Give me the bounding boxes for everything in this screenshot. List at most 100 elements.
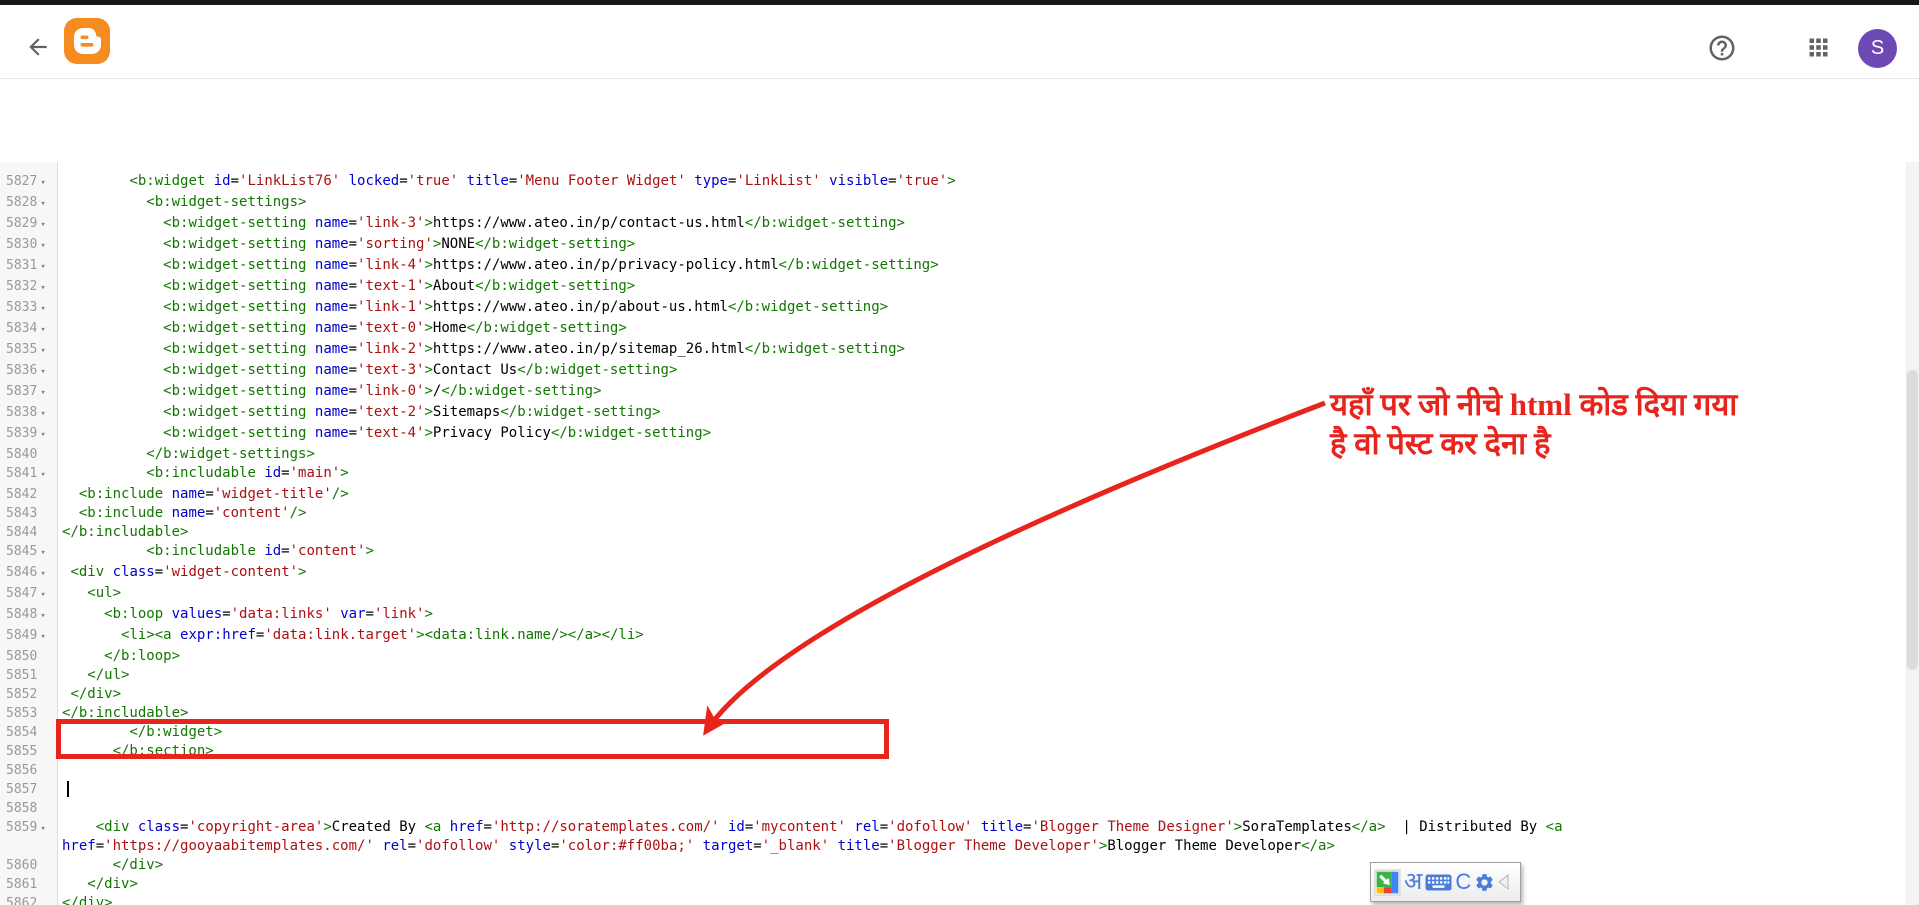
code-line: 5831 ▾ <b:widget-setting name='link-4'>ht…	[0, 256, 1905, 277]
help-button[interactable]	[1707, 33, 1737, 63]
google-apps-button[interactable]	[1805, 34, 1832, 61]
fold-arrow-icon[interactable]: ▾	[40, 470, 45, 480]
annotation-line-1: यहाँ पर जो नीचे html कोड दिया गया	[1330, 387, 1738, 422]
fold-arrow-icon[interactable]: ▾	[40, 325, 45, 335]
latin-c-button[interactable]: C	[1455, 871, 1471, 893]
code-text[interactable]: <b:widget-setting name='link-3'>https://…	[57, 214, 1662, 233]
code-text[interactable]: <b:widget-setting name='sorting'>NONE</b…	[57, 235, 1662, 254]
editor-toolbar	[0, 80, 1919, 210]
fold-arrow-icon[interactable]: ▾	[40, 632, 45, 642]
fold-arrow-icon[interactable]: ▾	[40, 409, 45, 419]
line-number: 5832 ▾	[6, 279, 46, 294]
code-text[interactable]: <b:includable id='content'>	[57, 542, 1662, 561]
code-line: 5859 ▾ <div class='copyright-area'>Create…	[0, 818, 1905, 856]
code-text[interactable]: <b:widget-setting name='link-2'>https://…	[57, 340, 1662, 359]
code-text[interactable]	[57, 799, 1662, 818]
line-number: 5862	[6, 896, 38, 905]
code-line: 5841 ▾ <b:includable id='main'>	[0, 464, 1905, 485]
line-number: 5856	[6, 763, 38, 778]
code-text[interactable]: <div class='widget-content'>	[57, 563, 1662, 582]
line-number: 5837 ▾	[6, 384, 46, 399]
code-text[interactable]: <b:widget-setting name='link-1'>https://…	[57, 298, 1662, 317]
code-text[interactable]: <div class='copyright-area'>Created By <…	[57, 818, 1662, 856]
fold-arrow-icon[interactable]: ▾	[40, 262, 45, 272]
code-text[interactable]: </b:includable>	[57, 523, 1662, 542]
line-number: 5828 ▾	[6, 195, 46, 210]
line-number: 5830 ▾	[6, 237, 46, 252]
code-line: 5857	[0, 780, 1905, 799]
code-text[interactable]	[57, 780, 1662, 799]
line-number: 5855	[6, 744, 38, 759]
code-text[interactable]	[57, 761, 1662, 780]
keyboard-icon[interactable]	[1425, 874, 1452, 891]
fold-arrow-icon[interactable]: ▾	[40, 178, 45, 188]
code-text[interactable]: <b:widget-setting name='text-3'>Contact …	[57, 361, 1662, 380]
code-text[interactable]: </b:widget>	[57, 723, 1662, 742]
account-avatar[interactable]: S	[1858, 29, 1897, 68]
code-line: 5851 </ul>	[0, 666, 1905, 685]
blogger-logo[interactable]	[64, 18, 110, 64]
fold-arrow-icon[interactable]: ▾	[40, 430, 45, 440]
line-number: 5839 ▾	[6, 426, 46, 441]
code-line: 5836 ▾ <b:widget-setting name='text-3'>Co…	[0, 361, 1905, 382]
code-lines: 5827 ▾ <b:widget id='LinkList76' locked='…	[0, 172, 1905, 905]
back-button[interactable]	[25, 34, 51, 60]
code-text[interactable]: </b:section>	[57, 742, 1662, 761]
code-text[interactable]: <b:widget-setting name='text-1'>About</b…	[57, 277, 1662, 296]
collapse-arrow-icon[interactable]	[1498, 874, 1509, 890]
fold-arrow-icon[interactable]: ▾	[40, 283, 45, 293]
code-line: 5854 </b:widget>	[0, 723, 1905, 742]
app-header: S	[0, 5, 1919, 79]
code-text[interactable]: </b:loop>	[57, 647, 1662, 666]
code-text[interactable]: <b:widget-setting name='text-0'>Home</b:…	[57, 319, 1662, 338]
fold-arrow-icon[interactable]: ▾	[40, 590, 45, 600]
avatar-letter: S	[1870, 37, 1885, 59]
fold-arrow-icon[interactable]: ▾	[40, 569, 45, 579]
devanagari-a-button[interactable]: अ	[1404, 870, 1422, 894]
code-text[interactable]: <b:widget id='LinkList76' locked='true' …	[57, 172, 1662, 191]
code-line: 5858	[0, 799, 1905, 818]
fold-arrow-icon[interactable]: ▾	[40, 304, 45, 314]
fold-arrow-icon[interactable]: ▾	[40, 346, 45, 356]
input-tools-logo-icon[interactable]	[1374, 869, 1401, 896]
code-line: 5830 ▾ <b:widget-setting name='sorting'>N…	[0, 235, 1905, 256]
code-line: 5855 </b:section>	[0, 742, 1905, 761]
code-text[interactable]: <b:include name='content'/>	[57, 504, 1662, 523]
line-number: 5834 ▾	[6, 321, 46, 336]
code-text[interactable]: <b:widget-settings>	[57, 193, 1662, 212]
fold-arrow-icon[interactable]: ▾	[40, 388, 45, 398]
code-text[interactable]: <b:loop values='data:links' var='link'>	[57, 605, 1662, 624]
code-line: 5835 ▾ <b:widget-setting name='link-2'>ht…	[0, 340, 1905, 361]
gear-icon[interactable]	[1474, 872, 1495, 893]
code-line: 5853 </b:includable>	[0, 704, 1905, 723]
line-number: 5845 ▾	[6, 544, 46, 559]
code-text[interactable]: <li><a expr:href='data:link.target'><dat…	[57, 626, 1662, 645]
code-text[interactable]: <ul>	[57, 584, 1662, 603]
code-line: 5834 ▾ <b:widget-setting name='text-0'>Ho…	[0, 319, 1905, 340]
text-caret	[67, 781, 69, 797]
code-text[interactable]: <b:include name='widget-title'/>	[57, 485, 1662, 504]
fold-arrow-icon[interactable]: ▾	[40, 199, 45, 209]
fold-arrow-icon[interactable]: ▾	[40, 241, 45, 251]
line-number: 5860	[6, 858, 38, 873]
google-input-tools-bar: अ C	[1370, 862, 1521, 902]
arrow-back-icon	[29, 38, 47, 56]
code-line: 5847 ▾ <ul>	[0, 584, 1905, 605]
code-editor[interactable]: 5827 ▾ <b:widget id='LinkList76' locked='…	[0, 162, 1919, 905]
code-text[interactable]: <b:widget-setting name='link-4'>https://…	[57, 256, 1662, 275]
code-line: 5842 <b:include name='widget-title'/>	[0, 485, 1905, 504]
fold-arrow-icon[interactable]: ▾	[40, 220, 45, 230]
fold-arrow-icon[interactable]: ▾	[40, 548, 45, 558]
code-text[interactable]: <b:includable id='main'>	[57, 464, 1662, 483]
line-number: 5836 ▾	[6, 363, 46, 378]
scrollbar-thumb[interactable]	[1907, 370, 1918, 670]
code-line: 5828 ▾ <b:widget-settings>	[0, 193, 1905, 214]
fold-arrow-icon[interactable]: ▾	[40, 824, 45, 834]
fold-arrow-icon[interactable]: ▾	[40, 611, 45, 621]
code-text[interactable]: </b:includable>	[57, 704, 1662, 723]
code-line: 5862 </div>	[0, 894, 1905, 905]
code-text[interactable]: </div>	[57, 685, 1662, 704]
fold-arrow-icon[interactable]: ▾	[40, 367, 45, 377]
line-number: 5844	[6, 525, 38, 540]
code-text[interactable]: </ul>	[57, 666, 1662, 685]
